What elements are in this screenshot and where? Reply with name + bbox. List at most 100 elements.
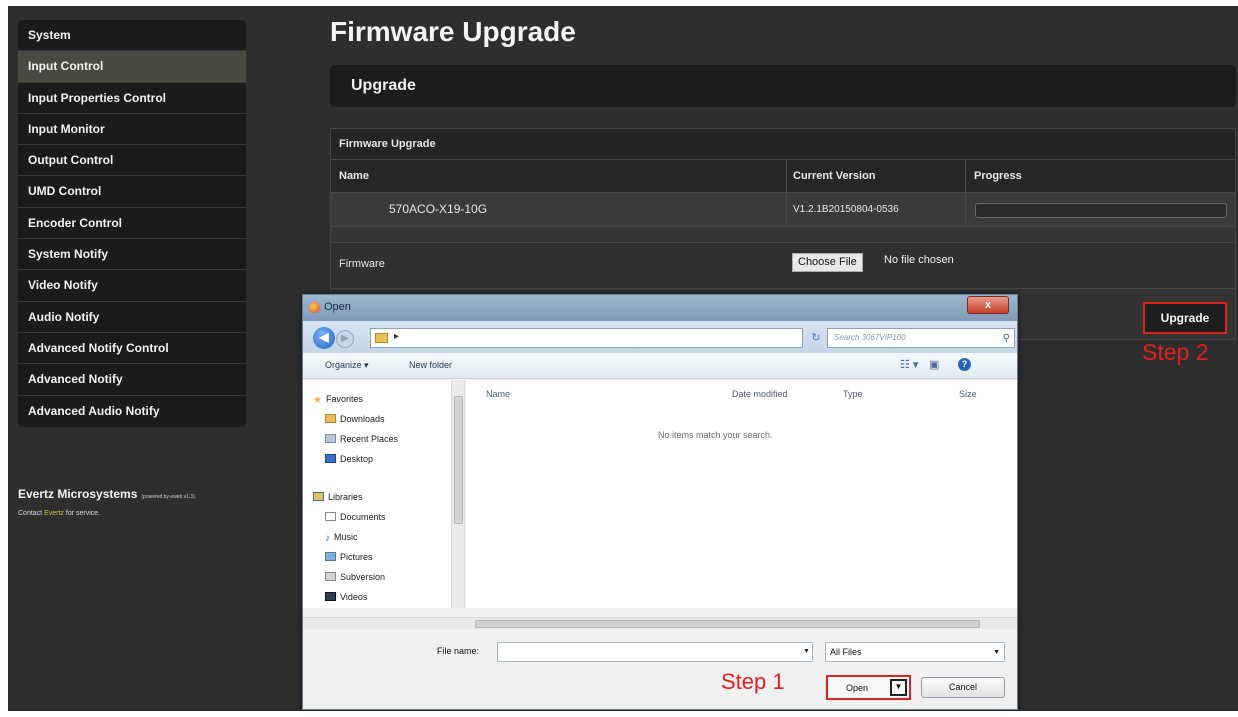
panel-title: Firmware Upgrade <box>331 129 1235 160</box>
nav-label: Favorites <box>325 394 363 404</box>
sidebar-item-input-control[interactable]: Input Control <box>18 51 246 83</box>
file-type-value: All Files <box>830 647 862 657</box>
new-folder-button[interactable]: New folder <box>409 360 452 370</box>
address-box[interactable]: ▸ ▼ <box>370 328 865 348</box>
nav-recent-places[interactable]: Recent Places <box>325 434 398 444</box>
nav-label: Recent Places <box>340 434 399 444</box>
horizontal-scrollbar[interactable] <box>303 617 1017 629</box>
cancel-button[interactable]: Cancel <box>921 677 1005 698</box>
file-type-select[interactable]: All Files ▼ <box>825 642 1005 662</box>
table-header: Name Current Version Progress <box>331 160 1235 193</box>
close-button[interactable]: x <box>967 296 1009 314</box>
sidebar-item-umd-control[interactable]: UMD Control <box>18 176 246 208</box>
empty-message: No items match your search. <box>658 430 773 440</box>
file-name-input[interactable] <box>497 642 813 662</box>
desktop-icon <box>325 454 336 463</box>
file-list[interactable]: Name Date modified Type Size No items ma… <box>466 380 1017 608</box>
nav-label: Subversion <box>340 572 386 582</box>
contact-prefix: Contact <box>18 510 43 517</box>
sidebar-item-advanced-audio-notify[interactable]: Advanced Audio Notify <box>18 396 246 427</box>
scrollbar-thumb[interactable] <box>454 396 463 524</box>
section-header: Upgrade <box>330 65 1236 107</box>
organize-menu[interactable]: Organize ▾ <box>325 360 369 371</box>
sidebar-item-input-monitor[interactable]: Input Monitor <box>18 114 246 146</box>
nav-label: Pictures <box>340 552 373 562</box>
sidebar-nav: System Input Control Input Properties Co… <box>18 20 246 427</box>
dialog-titlebar[interactable]: Open x <box>303 295 1017 321</box>
breadcrumb-arrow-icon: ▸ <box>394 331 400 342</box>
open-label: Open <box>846 683 869 693</box>
nav-label: Documents <box>340 512 386 522</box>
downloads-folder-icon <box>325 414 336 423</box>
column-name: Name <box>339 170 369 182</box>
nav-libraries[interactable]: Libraries <box>313 492 363 502</box>
music-icon: ♪ <box>325 533 330 544</box>
powered-by: (powered by eweb v1.3). <box>141 494 197 500</box>
nav-label: Desktop <box>340 454 374 464</box>
firmware-label: Firmware <box>339 258 385 270</box>
column-version: Current Version <box>793 170 876 182</box>
nav-music[interactable]: ♪ Music <box>325 532 358 544</box>
column-size[interactable]: Size <box>959 389 977 399</box>
sidebar-item-audio-notify[interactable]: Audio Notify <box>18 302 246 333</box>
upgrade-button[interactable]: Upgrade <box>1143 302 1227 334</box>
firmware-row: Firmware Choose File No file chosen <box>331 243 1235 289</box>
choose-file-button[interactable]: Choose File <box>792 253 863 272</box>
videos-icon <box>325 592 336 601</box>
nav-subversion[interactable]: Subversion <box>325 572 385 582</box>
help-icon[interactable]: ? <box>958 358 971 371</box>
nav-desktop[interactable]: Desktop <box>325 454 373 464</box>
column-name[interactable]: Name <box>486 389 510 399</box>
sidebar-item-input-properties-control[interactable]: Input Properties Control <box>18 83 246 114</box>
navigation-pane: ★ Favorites Downloads Recent Places Deskt… <box>303 380 465 608</box>
nav-videos[interactable]: Videos <box>325 592 367 602</box>
chevron-down-icon[interactable]: ▼ <box>803 648 810 655</box>
nav-scrollbar[interactable] <box>451 380 464 608</box>
subversion-icon <box>325 572 336 581</box>
view-options-icon[interactable]: ☷ ▾ <box>900 358 918 371</box>
recent-places-icon <box>325 434 336 443</box>
page-title: Firmware Upgrade <box>330 16 576 47</box>
column-type[interactable]: Type <box>843 389 863 399</box>
app-window: System Input Control Input Properties Co… <box>8 6 1238 711</box>
step1-annotation: Step 1 <box>721 669 785 694</box>
search-icon[interactable]: ⚲ <box>1003 330 1010 348</box>
no-file-status: No file chosen <box>884 254 954 266</box>
current-version: V1.2.1B20150804-0536 <box>793 204 899 215</box>
refresh-icon[interactable]: ↻ <box>807 330 825 346</box>
sidebar-item-encoder-control[interactable]: Encoder Control <box>18 208 246 240</box>
sidebar-item-system[interactable]: System <box>18 20 246 52</box>
sidebar-item-advanced-notify[interactable]: Advanced Notify <box>18 364 246 396</box>
sidebar-item-system-notify[interactable]: System Notify <box>18 239 246 271</box>
back-button[interactable]: ◀ <box>313 327 335 349</box>
column-date-modified[interactable]: Date modified <box>732 389 788 399</box>
nav-label: Music <box>334 532 358 542</box>
libraries-icon <box>313 492 324 501</box>
device-name: 570ACO-X19-10G <box>389 202 488 216</box>
step2-annotation: Step 2 <box>1142 339 1209 365</box>
scrollbar-thumb[interactable] <box>475 620 980 628</box>
file-name-label: File name: <box>437 646 480 656</box>
documents-icon <box>325 512 336 521</box>
sidebar-item-video-notify[interactable]: Video Notify <box>18 270 246 302</box>
nav-pictures[interactable]: Pictures <box>325 552 373 562</box>
footer-contact: Contact Evertz for service. <box>18 510 100 517</box>
open-button[interactable]: Open ▼ <box>826 675 911 700</box>
search-input[interactable]: Search 3067VIP100 ⚲ <box>827 328 1015 348</box>
table-row: 570ACO-X19-10G V1.2.1B20150804-0536 <box>331 193 1235 227</box>
chrome-icon <box>309 302 320 313</box>
sidebar-item-advanced-notify-control[interactable]: Advanced Notify Control <box>18 333 246 365</box>
nav-label: Libraries <box>328 492 363 502</box>
nav-documents[interactable]: Documents <box>325 512 386 522</box>
open-file-dialog: Open x ◀ ▶ ▸ ▼ ↻ Search 3067VIP100 ⚲ Org… <box>302 294 1018 710</box>
sidebar-item-output-control[interactable]: Output Control <box>18 145 246 177</box>
forward-button[interactable]: ▶ <box>336 330 354 348</box>
progress-bar <box>975 203 1227 218</box>
open-dropdown-icon[interactable]: ▼ <box>890 679 907 696</box>
preview-pane-icon[interactable]: ▣ <box>929 358 939 371</box>
nav-favorites[interactable]: ★ Favorites <box>313 394 363 406</box>
nav-downloads[interactable]: Downloads <box>325 414 385 424</box>
nav-label: Videos <box>340 592 368 602</box>
evertz-link[interactable]: Evertz <box>44 510 64 517</box>
brand-name: Evertz Microsystems <box>18 487 138 501</box>
